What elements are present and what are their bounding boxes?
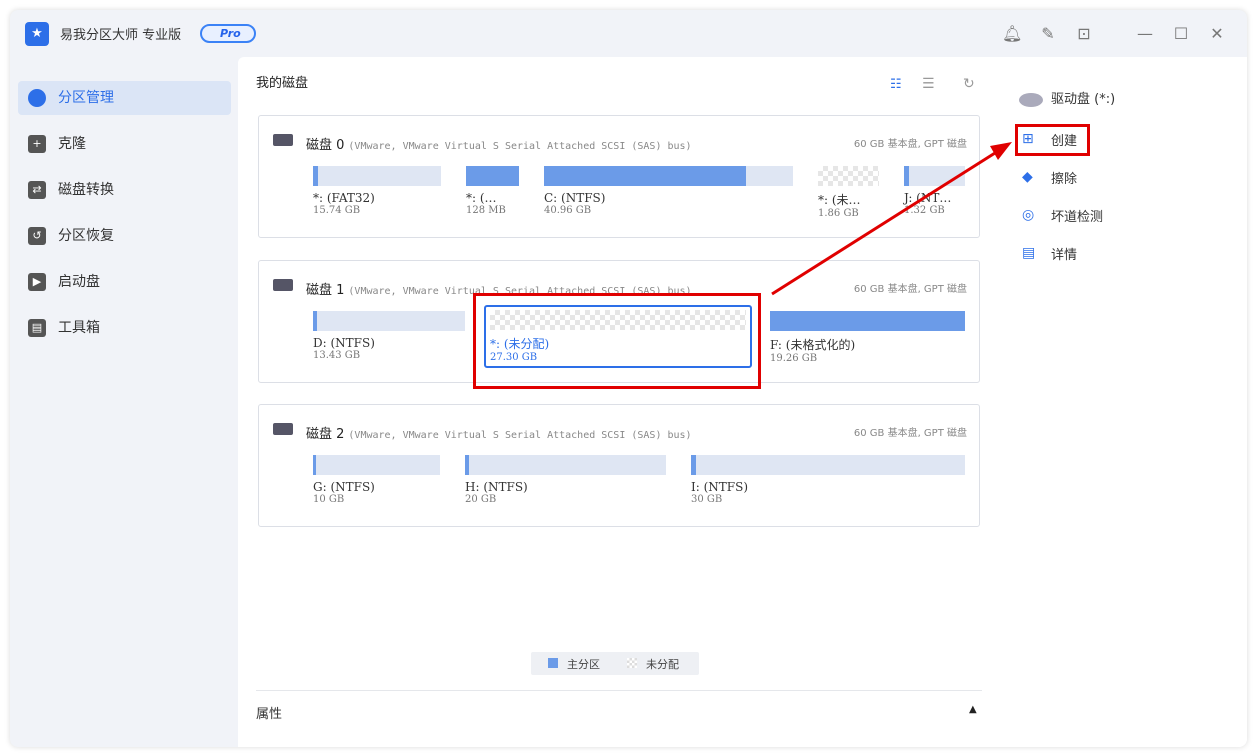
divider — [256, 690, 982, 691]
details-button[interactable]: ▤ 详情 — [1022, 244, 1077, 263]
wipe-button[interactable]: ◆ 擦除 — [1022, 168, 1077, 187]
legend-primary-swatch — [548, 658, 558, 668]
legend: 主分区 未分配 — [531, 652, 699, 675]
annotation-arrow — [0, 0, 1256, 756]
legend-unallocated-label: 未分配 — [646, 656, 679, 672]
action-label: 坏道检测 — [1051, 210, 1103, 225]
highlight-box-create — [1015, 124, 1090, 156]
legend-primary-label: 主分区 — [567, 656, 600, 672]
properties-label: 属性 — [256, 703, 282, 722]
action-label: 擦除 — [1051, 172, 1077, 187]
action-label: 详情 — [1051, 248, 1077, 263]
collapse-properties-icon[interactable]: ▲ — [969, 704, 977, 715]
legend-unallocated-swatch — [627, 658, 637, 668]
drive-label: 驱动盘 (*:) — [1051, 88, 1115, 107]
eraser-icon: ◆ — [1022, 169, 1038, 185]
details-icon: ▤ — [1022, 245, 1038, 261]
surface-test-button[interactable]: ◎ 坏道检测 — [1022, 206, 1103, 225]
drive-icon — [1019, 93, 1043, 107]
scan-icon: ◎ — [1022, 207, 1038, 223]
